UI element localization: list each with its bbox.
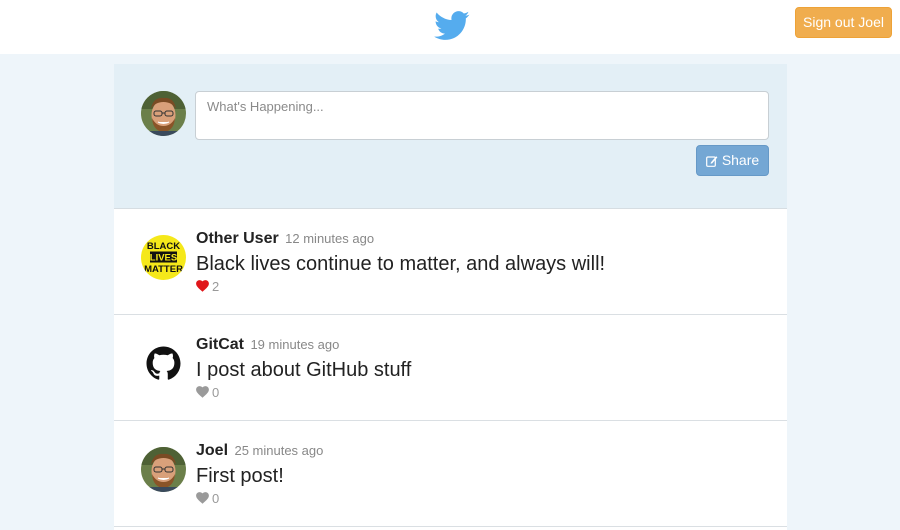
tweet-text: I post about GitHub stuff: [196, 359, 412, 381]
like-count: 0: [212, 491, 220, 506]
compose-input[interactable]: [195, 91, 769, 140]
tweet-text: First post!: [196, 465, 284, 487]
tweet-item: GitCat 19 minutes ago I post about GitHu…: [114, 315, 787, 421]
sign-out-button[interactable]: Sign out Joel: [795, 7, 892, 38]
tweet-item: Joel 25 minutes ago First post! 0: [114, 421, 787, 527]
user-avatar: [141, 91, 186, 136]
user-avatar: BLACK LIVES MATTER: [141, 235, 186, 280]
compose-panel: Share: [114, 64, 787, 209]
tweet-timestamp: 19 minutes ago: [250, 337, 340, 352]
tweet-item: BLACK LIVES MATTER Other User 12 minutes…: [114, 209, 787, 315]
pencil-square-icon: [705, 156, 718, 167]
author-name[interactable]: GitCat: [196, 336, 244, 353]
tweet-timestamp: 25 minutes ago: [234, 443, 324, 458]
avatar-text-line: LIVES: [150, 253, 177, 264]
tweet-header: GitCat 19 minutes ago: [196, 336, 339, 354]
avatar-text-line: MATTER: [144, 264, 183, 275]
tweet-header: Other User 12 minutes ago: [196, 230, 374, 248]
main-content: Share BLACK LIVES MATTER Other User 12 m…: [114, 64, 787, 530]
user-avatar: [141, 447, 186, 492]
like-count: 0: [212, 385, 220, 400]
tweet-header: Joel 25 minutes ago: [196, 442, 323, 460]
tweet-text: Black lives continue to matter, and alwa…: [196, 253, 606, 275]
top-navbar: Sign out Joel: [0, 0, 900, 54]
share-button[interactable]: Share: [696, 145, 769, 176]
heart-icon: [196, 386, 209, 398]
author-name[interactable]: Other User: [196, 230, 279, 247]
like-count: 2: [212, 279, 220, 294]
like-button[interactable]: 0: [196, 491, 219, 506]
tweet-timestamp: 12 minutes ago: [285, 231, 375, 246]
share-label: Share: [721, 152, 760, 168]
github-octocat-icon: [141, 341, 186, 386]
heart-icon: [196, 280, 209, 292]
twitter-bird-icon[interactable]: [434, 10, 470, 42]
like-button[interactable]: 2: [196, 279, 219, 294]
avatar-text-line: BLACK: [147, 241, 180, 252]
heart-icon: [196, 492, 209, 504]
author-name[interactable]: Joel: [196, 442, 228, 459]
like-button[interactable]: 0: [196, 385, 219, 400]
